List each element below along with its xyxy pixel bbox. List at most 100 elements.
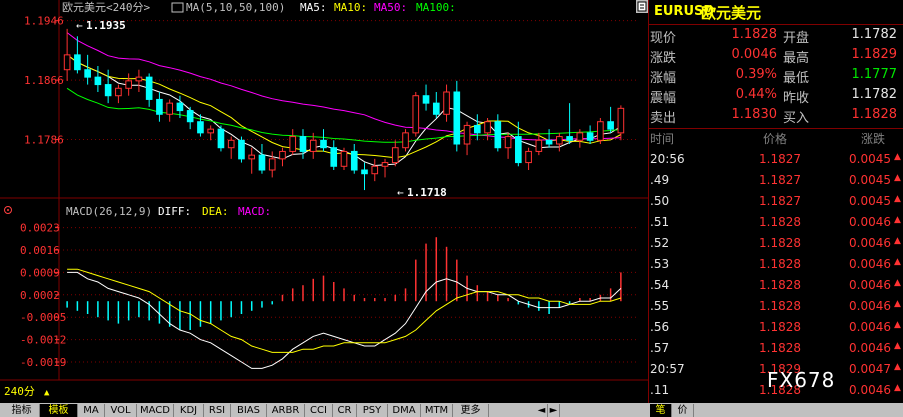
tab-scroll-left-button[interactable]: ◄ (536, 404, 548, 417)
tab-kdj[interactable]: KDJ (174, 404, 204, 417)
ticks-header-change: 涨跌 (861, 132, 886, 146)
candle-body (197, 121, 204, 134)
candle[interactable] (217, 125, 225, 152)
candle-body (453, 91, 461, 145)
period-selector[interactable]: 240分 (4, 385, 35, 398)
tick-time: .56 (650, 320, 670, 334)
up-arrow-icon: ▲ (894, 257, 901, 267)
tab-bias[interactable]: BIAS (231, 404, 267, 417)
tab-rsi[interactable]: RSI (204, 404, 231, 417)
macd-tick-label: 0.0002 (20, 289, 60, 302)
candle-body (279, 150, 286, 160)
quote-value: 1.1828 (851, 107, 898, 122)
tick-change: 0.0046 (849, 215, 891, 229)
candle[interactable] (402, 129, 409, 152)
tick-time: .53 (650, 257, 670, 271)
tab-dma[interactable]: DMA (388, 404, 421, 417)
quote-label: 震幅 (650, 91, 677, 106)
candle-body (473, 124, 481, 134)
tick-time: 20:56 (650, 152, 685, 166)
tab-arbr[interactable]: ARBR (267, 404, 305, 417)
quote-label: 卖出 (650, 111, 677, 126)
candle-body (289, 136, 297, 152)
candle-body (494, 121, 502, 149)
tick-row: 20:56 1.1827 0.0045 ▲ (649, 152, 903, 173)
candle-body (432, 102, 440, 115)
tab-template[interactable]: 模板 (40, 404, 78, 417)
quote-value: 1.1782 (851, 27, 898, 42)
indicator-settings-dot (7, 209, 9, 211)
header-divider (649, 24, 903, 25)
candle-body (309, 139, 317, 152)
chart-nav-button[interactable] (636, 0, 648, 13)
tick-time: .52 (650, 236, 670, 250)
period-dropdown-icon[interactable]: ▲ (44, 388, 50, 398)
candle-body (422, 95, 430, 104)
candle[interactable] (340, 147, 348, 170)
quote-row: 涨幅 0.39% 最低 1.1777 (649, 67, 903, 88)
up-arrow-icon: ▲ (894, 152, 901, 162)
tick-price: 1.1828 (759, 320, 801, 334)
tick-time: .51 (650, 215, 670, 229)
up-arrow-icon: ▲ (894, 299, 901, 309)
tab-psy[interactable]: PSY (357, 404, 388, 417)
quote-label: 现价 (650, 31, 677, 46)
tab-mtm[interactable]: MTM (421, 404, 453, 417)
quote-value: 0.39% (735, 67, 777, 82)
tick-change: 0.0046 (849, 236, 891, 250)
candle[interactable] (412, 92, 420, 137)
candle-body (412, 95, 420, 134)
candle-body (115, 87, 122, 97)
candle-body (597, 121, 604, 141)
tick-time: .50 (650, 194, 670, 208)
tick-row: .50 1.1827 0.0045 ▲ (649, 194, 903, 215)
tab-macd[interactable]: MACD (137, 404, 174, 417)
candle-body (74, 54, 81, 71)
candle-body (566, 136, 573, 141)
candle-body (166, 102, 173, 115)
candle-body (156, 98, 163, 115)
tab-ma[interactable]: MA (78, 404, 105, 417)
tab-scroll-right-button[interactable]: ► (548, 404, 560, 417)
candle-body (586, 132, 594, 141)
symbol-name: 欧元美元 (701, 4, 762, 22)
tick-time: 20:57 (650, 362, 685, 376)
tab-price[interactable]: 价 (672, 404, 694, 417)
tick-price: 1.1828 (759, 257, 801, 271)
tab-vol[interactable]: VOL (105, 404, 137, 417)
candle-body (84, 69, 91, 78)
tab-indicator[interactable]: 指标 (4, 404, 40, 417)
candle-body (525, 150, 532, 164)
up-arrow-icon: ▲ (894, 236, 901, 246)
tab-cci[interactable]: CCI (305, 404, 333, 417)
candle-body (238, 139, 245, 160)
candle-body (258, 154, 266, 171)
candle-body (617, 107, 625, 134)
tick-row: .57 1.1828 0.0046 ▲ (649, 341, 903, 362)
quote-panel: EURUSD 欧元美元 现价 1.1828 开盘 1.1782 涨跌 0.0046 最高 1.… (649, 0, 903, 403)
tab-cr[interactable]: CR (333, 404, 357, 417)
candle[interactable] (238, 136, 245, 163)
tick-time: .57 (650, 341, 670, 355)
candle-body (268, 158, 276, 171)
tick-price: 1.1828 (759, 299, 801, 313)
macd-label: MACD: (238, 205, 271, 218)
chart-area[interactable]: 欧元美元<240分> MA(5,10,50,100) MA5: MA10: MA… (0, 0, 648, 403)
candle[interactable] (597, 118, 604, 144)
up-arrow-icon: ▲ (894, 278, 901, 288)
macd-tick-label: 0.0016 (20, 244, 60, 257)
tick-change: 0.0046 (849, 257, 891, 271)
candle-body (186, 110, 194, 123)
tab-ticks[interactable]: 笔 (650, 404, 672, 417)
candle-body (125, 80, 132, 89)
quote-header: EURUSD 欧元美元 (649, 0, 903, 24)
tab-更多[interactable]: 更多 (453, 404, 489, 417)
quote-row: 涨跌 0.0046 最高 1.1829 (649, 47, 903, 68)
candle-body (361, 169, 368, 175)
tick-change: 0.0046 (849, 341, 891, 355)
high-marker-arrow: ← (76, 19, 83, 32)
up-arrow-icon: ▲ (894, 320, 901, 330)
tick-row: .51 1.1828 0.0046 ▲ (649, 215, 903, 236)
price-chart-svg[interactable]: 欧元美元<240分> MA(5,10,50,100) MA5: MA10: MA… (0, 0, 648, 403)
candle-body (484, 121, 491, 134)
